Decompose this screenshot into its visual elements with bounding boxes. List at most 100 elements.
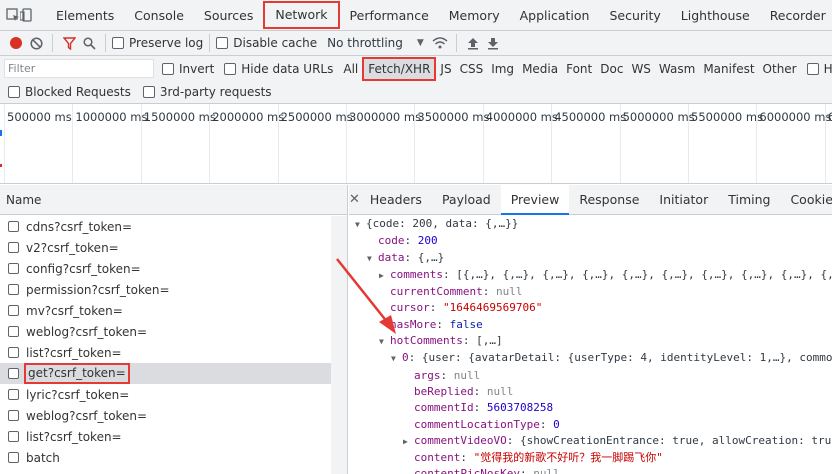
- throttling-select[interactable]: No throttling ▼: [327, 36, 424, 50]
- tab-security[interactable]: Security: [599, 0, 670, 30]
- tab-memory[interactable]: Memory: [439, 0, 510, 30]
- tab-headers[interactable]: Headers: [360, 185, 432, 215]
- network-overview-timeline[interactable]: 500000 ms 1000000 ms 1500000 ms 2000000 ms 2…: [0, 104, 832, 184]
- blocked-requests-checkbox[interactable]: Blocked Requests: [8, 85, 131, 99]
- tab-console[interactable]: Console: [124, 0, 194, 30]
- checkbox[interactable]: [142, 86, 155, 98]
- filter-type-doc[interactable]: Doc: [596, 59, 627, 79]
- request-row[interactable]: cdns?csrf_token=: [0, 216, 331, 237]
- device-toolbar-icon[interactable]: [20, 5, 34, 25]
- has-blocked-cookies-checkbox[interactable]: Ha: [806, 62, 832, 76]
- tab-initiator[interactable]: Initiator: [649, 185, 718, 215]
- request-checkbox[interactable]: [8, 284, 19, 295]
- filter-type-font[interactable]: Font: [562, 59, 596, 79]
- json-line[interactable]: ▼ {code: 200, data: {,…}}: [349, 216, 832, 233]
- checkbox[interactable]: [8, 86, 20, 98]
- request-checkbox[interactable]: [8, 305, 19, 316]
- hide-data-urls-checkbox[interactable]: Hide data URLs: [224, 62, 333, 76]
- request-row[interactable]: get?csrf_token=: [0, 363, 331, 384]
- third-party-checkbox[interactable]: 3rd-party requests: [142, 85, 272, 99]
- request-row[interactable]: list?csrf_token=: [0, 342, 331, 363]
- tab-recorder[interactable]: Recorder: [760, 0, 832, 30]
- record-icon[interactable]: [6, 33, 26, 53]
- filter-type-manifest[interactable]: Manifest: [699, 59, 758, 79]
- request-checkbox[interactable]: [8, 452, 19, 463]
- json-line[interactable]: ▼ 0: {user: {avatarDetail: {userType: 4, …: [349, 350, 832, 367]
- disable-cache-checkbox[interactable]: Disable cache: [216, 36, 317, 50]
- filter-type-other[interactable]: Other: [759, 59, 801, 79]
- request-row[interactable]: weblog?csrf_token=: [0, 405, 331, 426]
- request-row[interactable]: permission?csrf_token=: [0, 279, 331, 300]
- export-har-icon[interactable]: [483, 33, 503, 53]
- import-har-icon[interactable]: [463, 33, 483, 53]
- json-line[interactable]: ▶ comments: [{,…}, {,…}, {,…}, {,…}, {,…}…: [349, 267, 832, 284]
- json-line[interactable]: ▼ data: {,…}: [349, 250, 832, 267]
- request-checkbox[interactable]: [8, 263, 19, 274]
- json-line[interactable]: ▼ hotComments: [,…]: [349, 333, 832, 350]
- tab-timing[interactable]: Timing: [718, 185, 780, 215]
- request-checkbox[interactable]: [8, 347, 19, 358]
- request-row[interactable]: config?csrf_token=: [0, 258, 331, 279]
- expanded-triangle-icon[interactable]: ▼: [355, 217, 366, 233]
- filter-type-css[interactable]: CSS: [456, 59, 488, 79]
- json-line: commentLocationType: 0: [349, 417, 832, 433]
- filter-type-media[interactable]: Media: [518, 59, 562, 79]
- tab-elements[interactable]: Elements: [46, 0, 124, 30]
- expanded-triangle-icon[interactable]: ▼: [391, 351, 402, 367]
- timeline-tick-label: 4000000 ms: [482, 104, 558, 183]
- expanded-triangle-icon[interactable]: ▼: [367, 251, 378, 267]
- json-line: beReplied: null: [349, 384, 832, 400]
- request-checkbox[interactable]: [8, 410, 19, 421]
- tab-response[interactable]: Response: [569, 185, 649, 215]
- request-checkbox[interactable]: [8, 242, 19, 253]
- collapsed-triangle-icon[interactable]: ▶: [403, 434, 414, 450]
- preserve-log-checkbox[interactable]: Preserve log: [112, 36, 203, 50]
- request-row[interactable]: batch: [0, 447, 331, 468]
- checkbox[interactable]: [112, 37, 124, 49]
- main-tabs: Elements Console Sources Network Performance…: [46, 0, 832, 30]
- filter-type-all[interactable]: All: [339, 59, 362, 79]
- expanded-triangle-icon[interactable]: ▼: [379, 334, 390, 350]
- request-row[interactable]: v2?csrf_token=: [0, 237, 331, 258]
- request-row[interactable]: mv?csrf_token=: [0, 300, 331, 321]
- request-checkbox[interactable]: [8, 221, 19, 232]
- filter-type-js[interactable]: JS: [436, 59, 455, 79]
- invert-checkbox[interactable]: Invert: [162, 62, 214, 76]
- tab-lighthouse[interactable]: Lighthouse: [671, 0, 760, 30]
- request-list-scrollbar[interactable]: [331, 216, 347, 474]
- tab-application[interactable]: Application: [510, 0, 600, 30]
- json-line: contentPicNosKey: null: [349, 466, 832, 474]
- filter-type-fetch-xhr[interactable]: Fetch/XHR: [362, 56, 437, 81]
- filter-type-ws[interactable]: WS: [627, 59, 654, 79]
- inspect-element-icon[interactable]: [6, 5, 20, 25]
- tab-preview[interactable]: Preview: [500, 185, 570, 215]
- checkbox[interactable]: [216, 37, 229, 49]
- checkbox[interactable]: [224, 62, 237, 75]
- request-checkbox[interactable]: [8, 368, 19, 379]
- request-checkbox[interactable]: [8, 431, 19, 442]
- checkbox[interactable]: [806, 62, 819, 75]
- network-conditions-icon[interactable]: [430, 33, 450, 53]
- request-row[interactable]: list?csrf_token=: [0, 426, 331, 447]
- filter-input[interactable]: [4, 59, 154, 78]
- tab-performance[interactable]: Performance: [340, 0, 439, 30]
- json-value: "1646469569706": [443, 301, 543, 315]
- filter-icon[interactable]: [59, 33, 79, 53]
- clear-icon[interactable]: [26, 33, 46, 53]
- filter-type-img[interactable]: Img: [487, 59, 518, 79]
- tab-network[interactable]: Network: [263, 1, 340, 29]
- checkbox[interactable]: [162, 62, 174, 75]
- collapsed-triangle-icon[interactable]: ▶: [379, 268, 390, 284]
- filter-type-wasm[interactable]: Wasm: [655, 59, 699, 79]
- tab-sources[interactable]: Sources: [194, 0, 263, 30]
- close-icon[interactable]: ✕: [349, 192, 360, 207]
- request-row[interactable]: lyric?csrf_token=: [0, 384, 331, 405]
- name-column-header[interactable]: Name: [0, 185, 347, 215]
- search-icon[interactable]: [79, 33, 99, 53]
- request-checkbox[interactable]: [8, 326, 19, 337]
- request-row[interactable]: weblog?csrf_token=: [0, 321, 331, 342]
- tab-cookies[interactable]: Cookies: [780, 185, 832, 215]
- tab-payload[interactable]: Payload: [432, 185, 501, 215]
- request-checkbox[interactable]: [8, 389, 19, 400]
- json-line[interactable]: ▶ commentVideoVO: {showCreationEntrance: …: [349, 433, 832, 450]
